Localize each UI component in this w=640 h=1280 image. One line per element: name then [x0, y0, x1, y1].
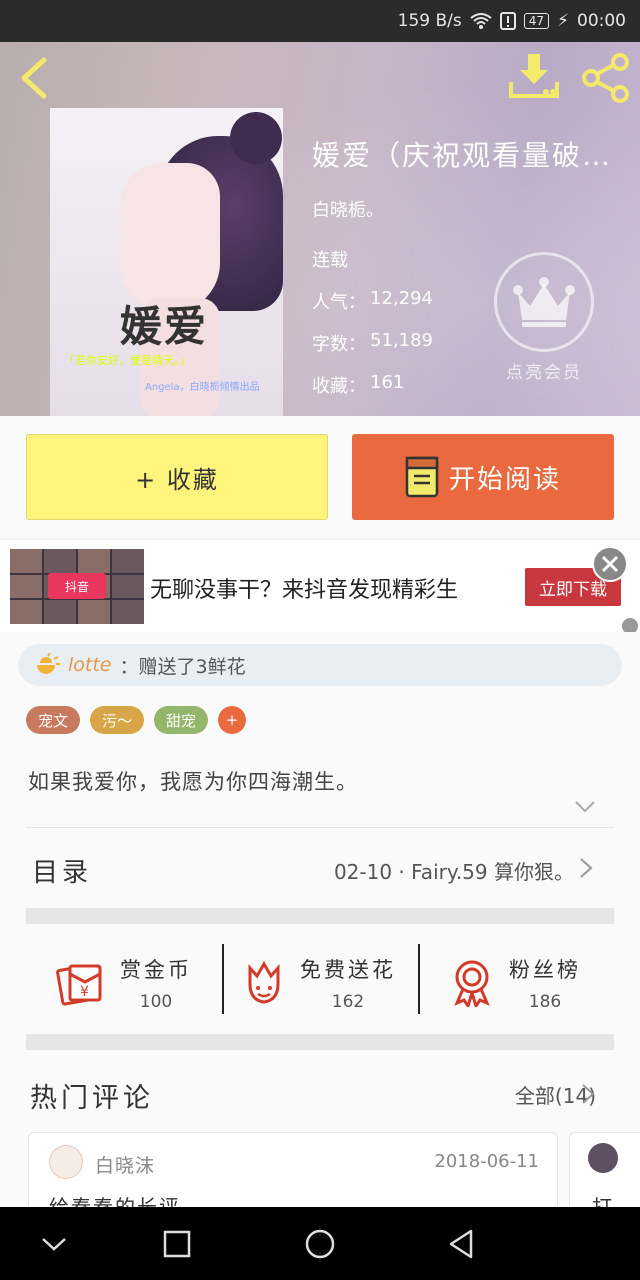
- book-intro: 如果我爱你，我愿为你四海潮生。: [28, 770, 358, 794]
- red-envelope-icon: ¥: [56, 964, 102, 1006]
- tag-chip[interactable]: 甜宠: [154, 706, 209, 734]
- system-nav-bar: [0, 1207, 640, 1280]
- start-reading-button[interactable]: 开始阅读: [352, 434, 614, 520]
- gift-message: ：赠送了3鲜花: [119, 655, 246, 678]
- book-title: 媛爱（庆祝观看量破…: [312, 139, 613, 172]
- latest-chapter: 02-10 · Fairy.59 算你狠。: [333, 860, 574, 884]
- chevron-right-icon[interactable]: [580, 1082, 596, 1106]
- close-icon: [601, 555, 619, 573]
- word-count-label: 字数：: [312, 334, 366, 355]
- svg-text:¥: ¥: [80, 984, 89, 1000]
- word-count-value: 51,189: [370, 330, 433, 351]
- cover-author: Angela，白晓栀倾情出品: [145, 382, 260, 393]
- tag-chip[interactable]: 污～: [90, 706, 145, 734]
- free-flower-item[interactable]: 免费送花 162: [222, 928, 418, 1038]
- book-cover[interactable]: 媛爱 「若你安好，便是晴天。」 Angela，白晓栀倾情出品: [50, 108, 283, 416]
- comment-author[interactable]: 白晓沫: [95, 1151, 155, 1178]
- share-button[interactable]: [580, 52, 632, 104]
- book-detail-body: lotte ：赠送了3鲜花 宠文 污～ 甜宠 + 如果我爱你，我愿为你四海潮生。…: [0, 632, 640, 1222]
- reward-coins-value: 100: [139, 992, 173, 1012]
- status-bar: 159 B/s 47 ⚡ 00:00: [0, 0, 640, 42]
- toc-label: 目录: [32, 858, 93, 888]
- book-author[interactable]: 白晓栀。: [312, 196, 632, 222]
- ad-banner[interactable]: 抖音 无聊没事干？来抖音发现精彩生 立即下载: [0, 540, 640, 634]
- battery-indicator: 47: [523, 13, 550, 29]
- engagement-stats: ¥ 赏金币 100 免费送花 162 粉丝榜 186: [26, 928, 614, 1038]
- charging-icon: ⚡: [557, 11, 569, 31]
- wifi-icon: [470, 13, 492, 29]
- gift-notice[interactable]: lotte ：赠送了3鲜花: [18, 644, 622, 686]
- free-flower-label: 免费送花: [300, 958, 396, 982]
- clock: 00:00: [577, 11, 626, 31]
- book-icon: [405, 456, 439, 498]
- free-flower-value: 162: [331, 992, 365, 1012]
- avatar[interactable]: [49, 1145, 83, 1179]
- reward-coins-item[interactable]: ¥ 赏金币 100: [26, 928, 222, 1038]
- nav-home-button[interactable]: [303, 1227, 337, 1261]
- favorites-label: 收藏：: [312, 376, 366, 397]
- alert-icon: [499, 12, 516, 30]
- popularity-label: 人气：: [312, 292, 366, 313]
- collect-button[interactable]: + 收藏: [26, 434, 328, 520]
- megaphone-icon: [37, 653, 60, 674]
- section-separator: [26, 1034, 614, 1050]
- back-button[interactable]: [14, 54, 54, 102]
- start-reading-label: 开始阅读: [448, 464, 561, 495]
- cover-subtitle: 「若你安好，便是晴天。」: [64, 354, 191, 367]
- favorites-value: 161: [370, 372, 405, 393]
- vip-badge[interactable]: 点亮会员: [492, 252, 596, 383]
- avatar[interactable]: [588, 1143, 618, 1173]
- ad-brand-logo: 抖音: [48, 573, 106, 599]
- vip-label: 点亮会员: [506, 363, 582, 383]
- download-button[interactable]: [508, 52, 560, 102]
- cover-title: 媛爱: [120, 302, 209, 351]
- add-tag-button[interactable]: +: [218, 706, 247, 734]
- action-bar: + 收藏 开始阅读: [0, 416, 640, 538]
- hot-comments-title: 热门评论: [30, 1083, 154, 1114]
- chevron-down-icon[interactable]: [574, 800, 596, 814]
- reward-coins-label: 赏金币: [120, 958, 192, 982]
- book-header: 媛爱 「若你安好，便是晴天。」 Angela，白晓栀倾情出品 媛爱（庆祝观看量破…: [0, 42, 640, 416]
- nav-back-button[interactable]: [445, 1227, 479, 1261]
- flower-icon: [248, 961, 280, 1004]
- comment-date: 2018-06-11: [434, 1151, 539, 1172]
- ad-close-button[interactable]: [592, 546, 628, 582]
- table-of-contents-row[interactable]: 目录 02-10 · Fairy.59 算你狠。: [0, 828, 640, 908]
- crown-icon: [513, 277, 575, 327]
- ad-text[interactable]: 无聊没事干？来抖音发现精彩生: [150, 572, 458, 604]
- fan-ranking-label: 粉丝榜: [509, 958, 581, 982]
- nav-recents-button[interactable]: [160, 1227, 194, 1261]
- chevron-right-icon: [580, 858, 593, 878]
- popularity-value: 12,294: [370, 288, 433, 309]
- tag-chip[interactable]: 宠文: [26, 706, 81, 734]
- ad-thumbnail[interactable]: 抖音: [10, 549, 144, 624]
- nav-collapse-button[interactable]: [37, 1227, 71, 1261]
- fan-ranking-item[interactable]: 粉丝榜 186: [418, 928, 614, 1038]
- network-speed: 159 B/s: [397, 11, 462, 31]
- section-separator: [26, 908, 614, 924]
- medal-icon: [454, 960, 490, 1007]
- fan-ranking-value: 186: [528, 992, 562, 1012]
- gift-sender[interactable]: lotte: [68, 654, 112, 676]
- tag-list: 宠文 污～ 甜宠 +: [26, 706, 247, 734]
